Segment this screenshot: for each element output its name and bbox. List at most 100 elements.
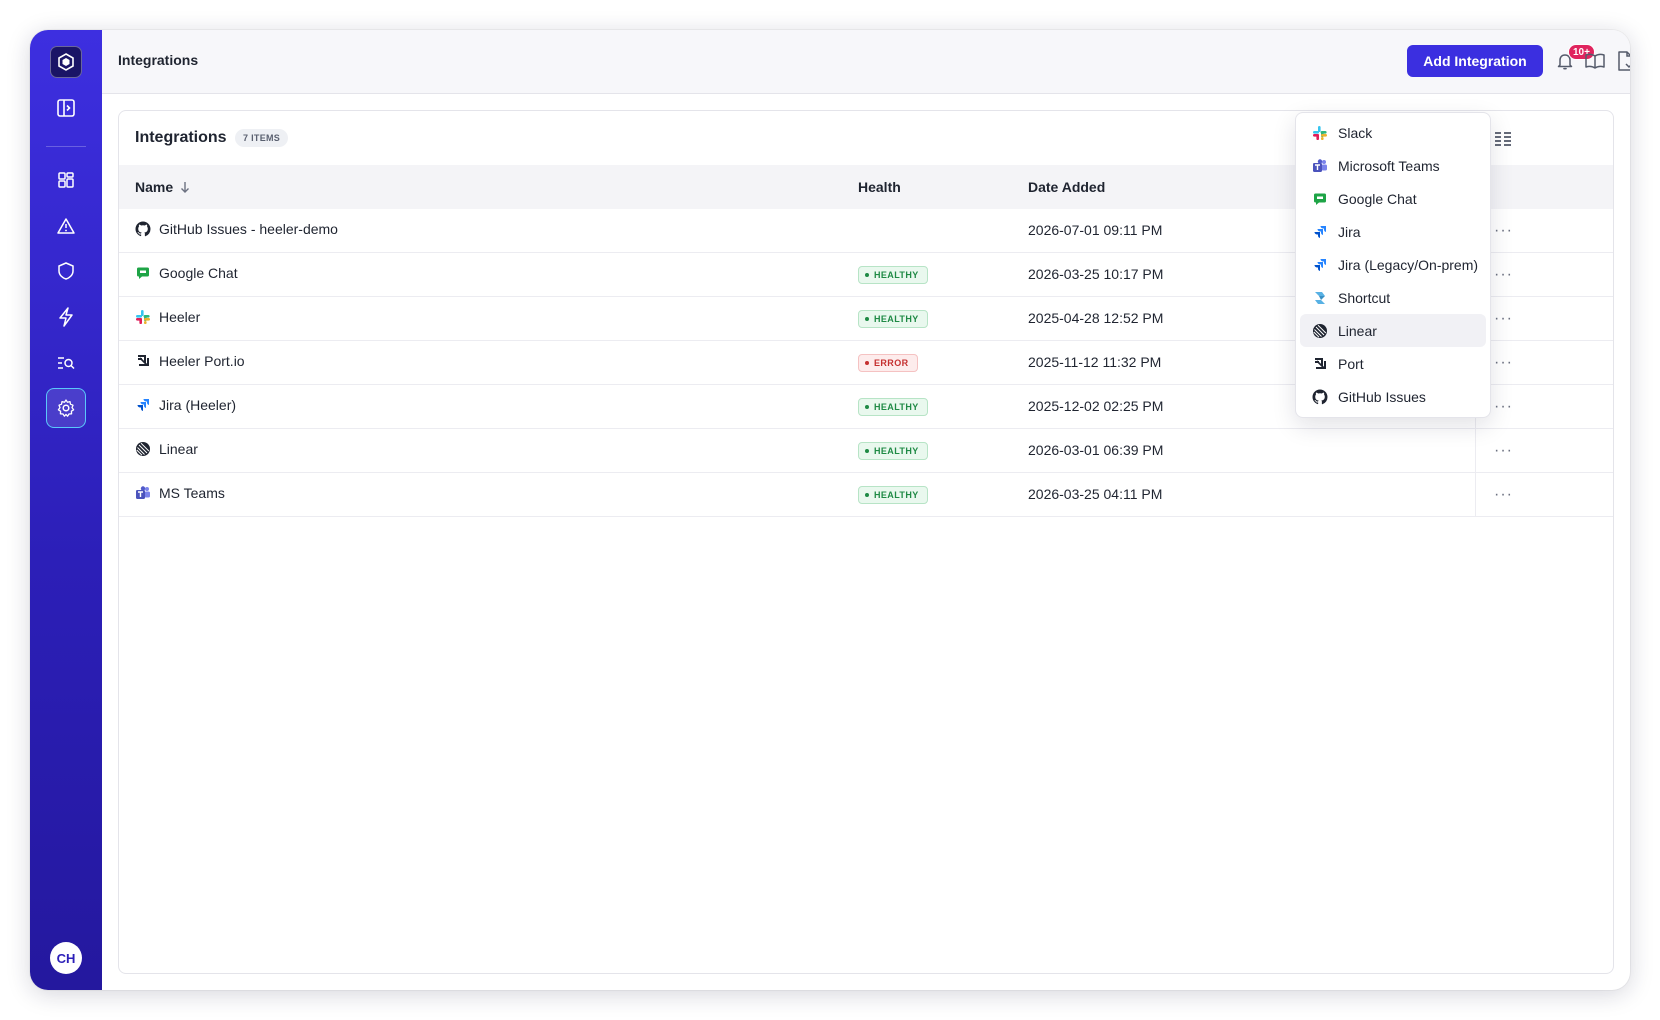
column-settings-button[interactable] xyxy=(1493,129,1513,149)
date-added-cell: 2026-03-01 06:39 PM xyxy=(1028,442,1164,458)
date-added-cell: 2025-04-28 12:52 PM xyxy=(1028,310,1164,326)
integration-name: Jira (Heeler) xyxy=(159,397,237,413)
dashboard-icon xyxy=(58,172,74,188)
page-title: Integrations xyxy=(118,52,199,68)
status-dot-icon xyxy=(865,405,869,409)
reports-button[interactable] xyxy=(1614,50,1630,72)
sidebar-item-automations[interactable] xyxy=(46,297,86,337)
integration-name-cell: Heeler Port.io xyxy=(135,353,245,369)
dropdown-item-slack[interactable]: Slack xyxy=(1300,116,1486,149)
integration-name-cell: MS Teams xyxy=(135,485,225,501)
more-horizontal-icon: ··· xyxy=(1494,310,1513,327)
gear-icon xyxy=(57,399,75,417)
dropdown-item-label: GitHub Issues xyxy=(1338,388,1426,405)
health-status-badge: HEALTHY xyxy=(858,266,928,284)
book-icon xyxy=(1585,53,1605,69)
linear-icon xyxy=(1312,323,1328,339)
google-chat-icon xyxy=(135,265,151,281)
dropdown-item-linear[interactable]: Linear xyxy=(1300,314,1486,347)
health-status-badge: HEALTHY xyxy=(858,310,928,328)
integration-name-cell: GitHub Issues - heeler-demo xyxy=(135,221,338,237)
sidebar-item-search[interactable] xyxy=(46,343,86,383)
more-horizontal-icon: ··· xyxy=(1494,266,1513,283)
health-status-label: ERROR xyxy=(874,358,909,368)
sidebar-item-security[interactable] xyxy=(46,251,86,291)
dropdown-item-port[interactable]: Port xyxy=(1300,347,1486,380)
health-status-badge: HEALTHY xyxy=(858,442,928,460)
jira-icon xyxy=(135,397,151,413)
more-horizontal-icon: ··· xyxy=(1494,486,1513,503)
column-header-name[interactable]: Name xyxy=(135,179,191,195)
health-status-label: HEALTHY xyxy=(874,402,919,412)
github-icon xyxy=(135,221,151,237)
port-icon xyxy=(135,353,151,369)
docs-button[interactable] xyxy=(1584,50,1606,72)
integration-name: Linear xyxy=(159,441,198,457)
row-actions-button[interactable]: ··· xyxy=(1475,429,1531,473)
integration-name: Heeler Port.io xyxy=(159,353,245,369)
warning-icon xyxy=(57,218,75,234)
dropdown-item-microsoft-teams[interactable]: Microsoft Teams xyxy=(1300,149,1486,182)
linear-icon xyxy=(135,441,151,457)
app-window: CH Integrations Add Integration 10+ Inte… xyxy=(30,30,1630,990)
date-added-cell: 2026-03-25 04:11 PM xyxy=(1028,486,1163,502)
date-added-cell: 2026-07-01 09:11 PM xyxy=(1028,222,1163,238)
dropdown-item-label: Shortcut xyxy=(1338,289,1391,306)
integration-name-cell: Linear xyxy=(135,441,198,457)
status-dot-icon xyxy=(865,449,869,453)
table-row[interactable]: Linear HEALTHY 2026-03-01 06:39 PM ··· xyxy=(119,429,1613,473)
health-status-label: HEALTHY xyxy=(874,446,919,456)
more-horizontal-icon: ··· xyxy=(1494,398,1513,415)
integration-name: GitHub Issues - heeler-demo xyxy=(159,221,338,237)
user-avatar[interactable]: CH xyxy=(50,942,82,974)
health-status-badge: ERROR xyxy=(858,354,918,372)
table-row[interactable]: MS Teams HEALTHY 2026-03-25 04:11 PM ··· xyxy=(119,473,1613,517)
sidebar-item-alerts[interactable] xyxy=(46,206,86,246)
integration-name-cell: Heeler xyxy=(135,309,200,325)
sidebar-divider xyxy=(46,146,86,147)
dropdown-item-label: Jira xyxy=(1338,223,1361,240)
shortcut-icon xyxy=(1312,290,1328,306)
ms-teams-icon xyxy=(135,485,151,501)
status-dot-icon xyxy=(865,317,869,321)
jira-icon xyxy=(1312,257,1328,273)
sidebar: CH xyxy=(30,30,102,990)
dropdown-item-label: Port xyxy=(1338,355,1364,372)
dropdown-item-jira[interactable]: Jira xyxy=(1300,215,1486,248)
port-icon xyxy=(1312,356,1328,372)
integration-name: MS Teams xyxy=(159,485,225,501)
more-horizontal-icon: ··· xyxy=(1494,354,1513,371)
more-horizontal-icon: ··· xyxy=(1494,442,1513,459)
panel-toggle-icon xyxy=(57,99,75,117)
dropdown-item-github-issues[interactable]: GitHub Issues xyxy=(1300,380,1486,413)
status-dot-icon xyxy=(865,361,869,365)
github-icon xyxy=(1312,389,1328,405)
column-header-date-added[interactable]: Date Added xyxy=(1028,179,1105,195)
integration-name: Heeler xyxy=(159,309,201,325)
column-header-health[interactable]: Health xyxy=(858,179,901,195)
sidebar-item-dashboard[interactable] xyxy=(46,160,86,200)
more-horizontal-icon: ··· xyxy=(1494,222,1513,239)
add-integration-dropdown: Slack Microsoft Teams Google Chat Jira Jira … xyxy=(1295,112,1491,418)
dropdown-item-label: Google Chat xyxy=(1338,190,1417,207)
status-dot-icon xyxy=(865,493,869,497)
date-added-cell: 2025-11-12 11:32 PM xyxy=(1028,354,1162,370)
app-logo[interactable] xyxy=(50,46,82,78)
sidebar-toggle-button[interactable] xyxy=(46,88,86,128)
dropdown-item-google-chat[interactable]: Google Chat xyxy=(1300,182,1486,215)
dropdown-item-shortcut[interactable]: Shortcut xyxy=(1300,281,1486,314)
slack-icon xyxy=(135,309,151,325)
document-icon xyxy=(1618,51,1630,71)
health-status-label: HEALTHY xyxy=(874,314,919,324)
row-actions-button[interactable]: ··· xyxy=(1475,473,1531,517)
bolt-icon xyxy=(59,307,73,327)
sidebar-item-settings[interactable] xyxy=(46,388,86,428)
shield-icon xyxy=(58,262,74,280)
dropdown-item-label: Linear xyxy=(1338,322,1377,339)
dropdown-item-jira-legacy-on-prem[interactable]: Jira (Legacy/On-prem) xyxy=(1300,248,1486,281)
ms-teams-icon xyxy=(1312,158,1328,174)
card-title: Integrations xyxy=(135,129,227,146)
health-status-label: HEALTHY xyxy=(874,490,919,500)
add-integration-button[interactable]: Add Integration xyxy=(1407,45,1543,77)
logo-icon xyxy=(58,53,74,71)
